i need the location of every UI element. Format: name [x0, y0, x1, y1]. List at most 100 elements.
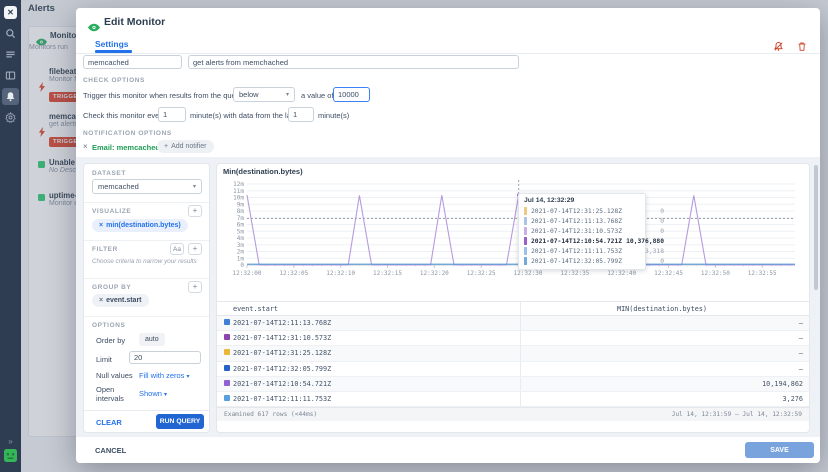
dataset-select[interactable]: memcached ▾	[92, 179, 202, 194]
svg-text:6m: 6m	[237, 222, 245, 229]
logo-icon: ✕	[4, 6, 17, 19]
chevron-down-icon: ▾	[164, 392, 167, 398]
svg-text:12:32:45: 12:32:45	[654, 270, 683, 277]
trigger-text: Trigger this monitor when results from t…	[83, 91, 255, 100]
user-avatar[interactable]	[4, 449, 17, 467]
svg-text:12:32:05: 12:32:05	[279, 270, 308, 277]
line-chart[interactable]: 01m2m3m4m5m6m7m8m9m10m11m12m12:32:0012:3…	[219, 177, 805, 277]
table-header: event.start MIN(destination.bytes)	[217, 301, 809, 316]
sidebar-collapse-button[interactable]: »	[0, 437, 21, 446]
app-logo[interactable]: ✕	[2, 4, 19, 21]
svg-text:1m: 1m	[237, 255, 245, 262]
table-footer: Examined 617 rows (<44ms) Jul 14, 12:31:…	[217, 407, 809, 421]
add-visualize-button[interactable]: +	[188, 205, 202, 217]
min-bytes-cell: –	[520, 331, 809, 345]
column-min-destination-bytes[interactable]: MIN(destination.bytes)	[520, 302, 809, 315]
column-event-start[interactable]: event.start	[233, 305, 520, 313]
sidebar-item-settings[interactable]	[2, 109, 19, 126]
series-color-swatch	[224, 365, 230, 371]
clear-button[interactable]: CLEAR	[96, 418, 122, 427]
open-intervals-label: Open intervals	[96, 385, 134, 403]
sidebar-item-menu[interactable]	[2, 46, 19, 63]
svg-text:12:32:40: 12:32:40	[607, 270, 636, 277]
min-bytes-cell: –	[520, 316, 809, 330]
min-bytes-cell: –	[520, 346, 809, 360]
group-by-heading: GROUP BY	[92, 284, 131, 291]
filter-heading: FILTER	[92, 246, 118, 253]
options-heading: OPTIONS	[92, 322, 125, 329]
add-notifier-label: Add notifier	[171, 143, 206, 150]
table-row[interactable]: 2021-07-14T12:31:25.128Z–	[217, 346, 809, 361]
add-icon: +	[164, 143, 168, 150]
remove-notifier-icon[interactable]: ×	[83, 142, 88, 151]
filter-case-button[interactable]: Aa	[170, 243, 184, 255]
svg-text:12:32:35: 12:32:35	[560, 270, 589, 277]
sidebar-item-board[interactable]	[2, 67, 19, 84]
time-range-text: Jul 14, 12:31:59 — Jul 14, 12:32:59	[672, 411, 802, 418]
delete-monitor-icon[interactable]	[797, 39, 807, 57]
null-values-value: Fill with zeros	[139, 371, 184, 380]
notification-options-heading: NOTIFICATION OPTIONS	[83, 130, 172, 137]
svg-text:12m: 12m	[233, 181, 244, 188]
table-row[interactable]: 2021-07-14T12:32:05.799Z–	[217, 362, 809, 377]
limit-input[interactable]	[129, 351, 201, 364]
sidebar-item-alerts[interactable]	[2, 88, 19, 105]
frequency-text: Check this monitor every	[83, 111, 166, 120]
eye-icon	[88, 19, 100, 37]
monitor-description-input[interactable]	[188, 55, 519, 69]
settings-icon	[5, 112, 16, 123]
window-input[interactable]	[288, 107, 314, 122]
series-color-swatch	[224, 380, 230, 386]
chart-canvas[interactable]: 01m2m3m4m5m6m7m8m9m10m11m12m12:32:0012:3…	[219, 177, 805, 277]
table-row[interactable]: 2021-07-14T12:10:54.721Z10,194,862	[217, 377, 809, 392]
modal-scrollbar[interactable]	[814, 165, 818, 290]
condition-value: below	[239, 90, 259, 99]
group-by-pill[interactable]: × event.start	[92, 294, 149, 307]
limit-label: Limit	[96, 355, 112, 364]
event-start-cell: 2021-07-14T12:31:25.128Z	[233, 349, 520, 357]
add-filter-button[interactable]: +	[188, 243, 202, 255]
open-intervals-value: Shown	[139, 389, 162, 398]
tab-settings[interactable]: Settings	[95, 39, 129, 49]
condition-select[interactable]: below ▾	[233, 87, 295, 102]
null-values-dropdown[interactable]: Fill with zeros ▾	[139, 371, 190, 380]
save-button[interactable]: SAVE	[745, 442, 814, 458]
cancel-button[interactable]: CANCEL	[95, 446, 126, 455]
run-query-button[interactable]: RUN QUERY	[156, 414, 204, 429]
min-bytes-cell: –	[520, 362, 809, 376]
tabbar-divider	[76, 53, 820, 54]
edit-monitor-modal: Edit Monitor Settings CHECK OPTIONS Trig…	[76, 8, 820, 463]
order-by-button[interactable]: auto	[139, 333, 165, 346]
table-row[interactable]: 2021-07-14T12:11:13.768Z–	[217, 316, 809, 331]
tooltip-row: 2021-07-14T12:31:25.128Z0	[524, 206, 640, 216]
sidebar: ✕ »	[0, 0, 21, 472]
window-text: minute(s) with data from the last	[190, 111, 297, 120]
tooltip-row: 2021-07-14T12:10:54.721Z10,376,880	[524, 236, 640, 246]
svg-text:12:32:00: 12:32:00	[233, 270, 262, 277]
mute-monitor-icon[interactable]	[773, 39, 784, 57]
monitor-name-input[interactable]	[83, 55, 182, 69]
svg-text:7m: 7m	[237, 215, 245, 222]
frequency-input[interactable]	[158, 107, 186, 122]
dataset-heading: DATASET	[92, 170, 126, 177]
notifier-label[interactable]: Email: memcached	[92, 143, 160, 152]
add-group-by-button[interactable]: +	[188, 281, 202, 293]
add-notifier-button[interactable]: + Add notifier	[157, 140, 214, 153]
table-row[interactable]: 2021-07-14T12:31:10.573Z–	[217, 331, 809, 346]
visualize-heading: VISUALIZE	[92, 208, 131, 215]
window-unit-text: minute(s)	[318, 111, 349, 120]
svg-text:10m: 10m	[233, 195, 244, 202]
visualize-pill[interactable]: × min(destination.bytes)	[92, 219, 188, 232]
svg-text:12:32:15: 12:32:15	[373, 270, 402, 277]
open-intervals-dropdown[interactable]: Shown ▾	[139, 389, 167, 398]
alerts-icon	[5, 91, 16, 102]
svg-text:12:32:55: 12:32:55	[748, 270, 777, 277]
sidebar-item-search[interactable]	[2, 25, 19, 42]
svg-text:12:32:50: 12:32:50	[701, 270, 730, 277]
tooltip-header: Jul 14, 12:32:29	[524, 197, 640, 204]
remove-icon[interactable]: ×	[99, 297, 103, 304]
remove-icon[interactable]: ×	[99, 222, 103, 229]
event-start-cell: 2021-07-14T12:10:54.721Z	[233, 380, 520, 388]
table-row[interactable]: 2021-07-14T12:11:11.753Z3,276	[217, 392, 809, 407]
threshold-input[interactable]	[333, 87, 370, 102]
